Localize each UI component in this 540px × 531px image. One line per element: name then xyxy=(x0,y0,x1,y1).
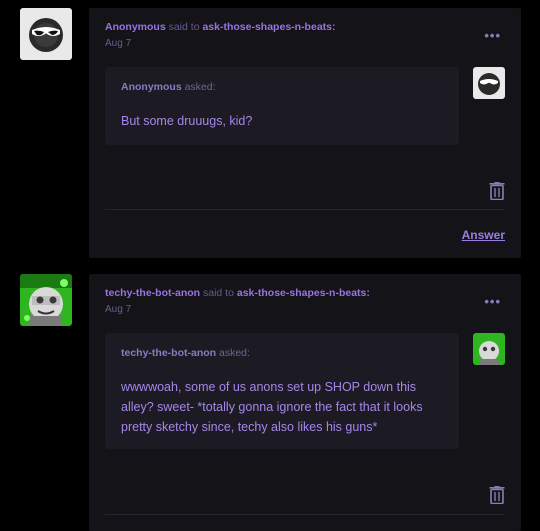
sender-name[interactable]: Anonymous xyxy=(105,21,166,33)
divider xyxy=(105,209,505,210)
asker-name[interactable]: Anonymous xyxy=(121,81,182,93)
sender-name[interactable]: techy-the-bot-anon xyxy=(105,287,200,299)
said-to-text: said to xyxy=(168,21,200,33)
ask-message: wwwwoah, some of us anons set up SHOP do… xyxy=(121,380,423,434)
answer-button[interactable]: Answer xyxy=(462,228,505,242)
asker-line: techy-the-bot-anon asked: xyxy=(121,347,250,359)
asked-label: asked: xyxy=(184,81,216,93)
anonymous-avatar[interactable] xyxy=(20,8,72,60)
ask-bubble: Anonymous asked: But some druuugs, kid? xyxy=(105,67,459,145)
asker-name[interactable]: techy-the-bot-anon xyxy=(121,347,216,359)
delete-icon[interactable] xyxy=(489,486,505,505)
delete-icon[interactable] xyxy=(489,182,505,201)
post-header: techy-the-bot-anon said to ask-those-sha… xyxy=(105,287,370,315)
ask-card: Anonymous said to ask-those-shapes-n-bea… xyxy=(89,8,521,258)
more-options-button[interactable]: ••• xyxy=(484,294,501,309)
ask-message: But some druuugs, kid? xyxy=(121,114,253,128)
recipient-name[interactable]: ask-those-shapes-n-beats: xyxy=(237,287,370,299)
techy-avatar[interactable] xyxy=(20,274,72,326)
asker-line: Anonymous asked: xyxy=(121,81,216,93)
asked-label: asked: xyxy=(219,347,250,359)
ask-bubble: techy-the-bot-anon asked: wwwwoah, some … xyxy=(105,333,459,449)
more-options-button[interactable]: ••• xyxy=(484,28,501,43)
asker-avatar[interactable] xyxy=(473,67,505,99)
post-date: Aug 7 xyxy=(105,38,132,49)
post-header: Anonymous said to ask-those-shapes-n-bea… xyxy=(105,21,336,49)
recipient-name[interactable]: ask-those-shapes-n-beats: xyxy=(202,21,335,33)
ask-card: techy-the-bot-anon said to ask-those-sha… xyxy=(89,274,521,531)
post-date: Aug 7 xyxy=(105,304,132,315)
asker-avatar[interactable] xyxy=(473,333,505,365)
divider xyxy=(105,514,505,515)
said-to-text: said to xyxy=(203,287,234,299)
